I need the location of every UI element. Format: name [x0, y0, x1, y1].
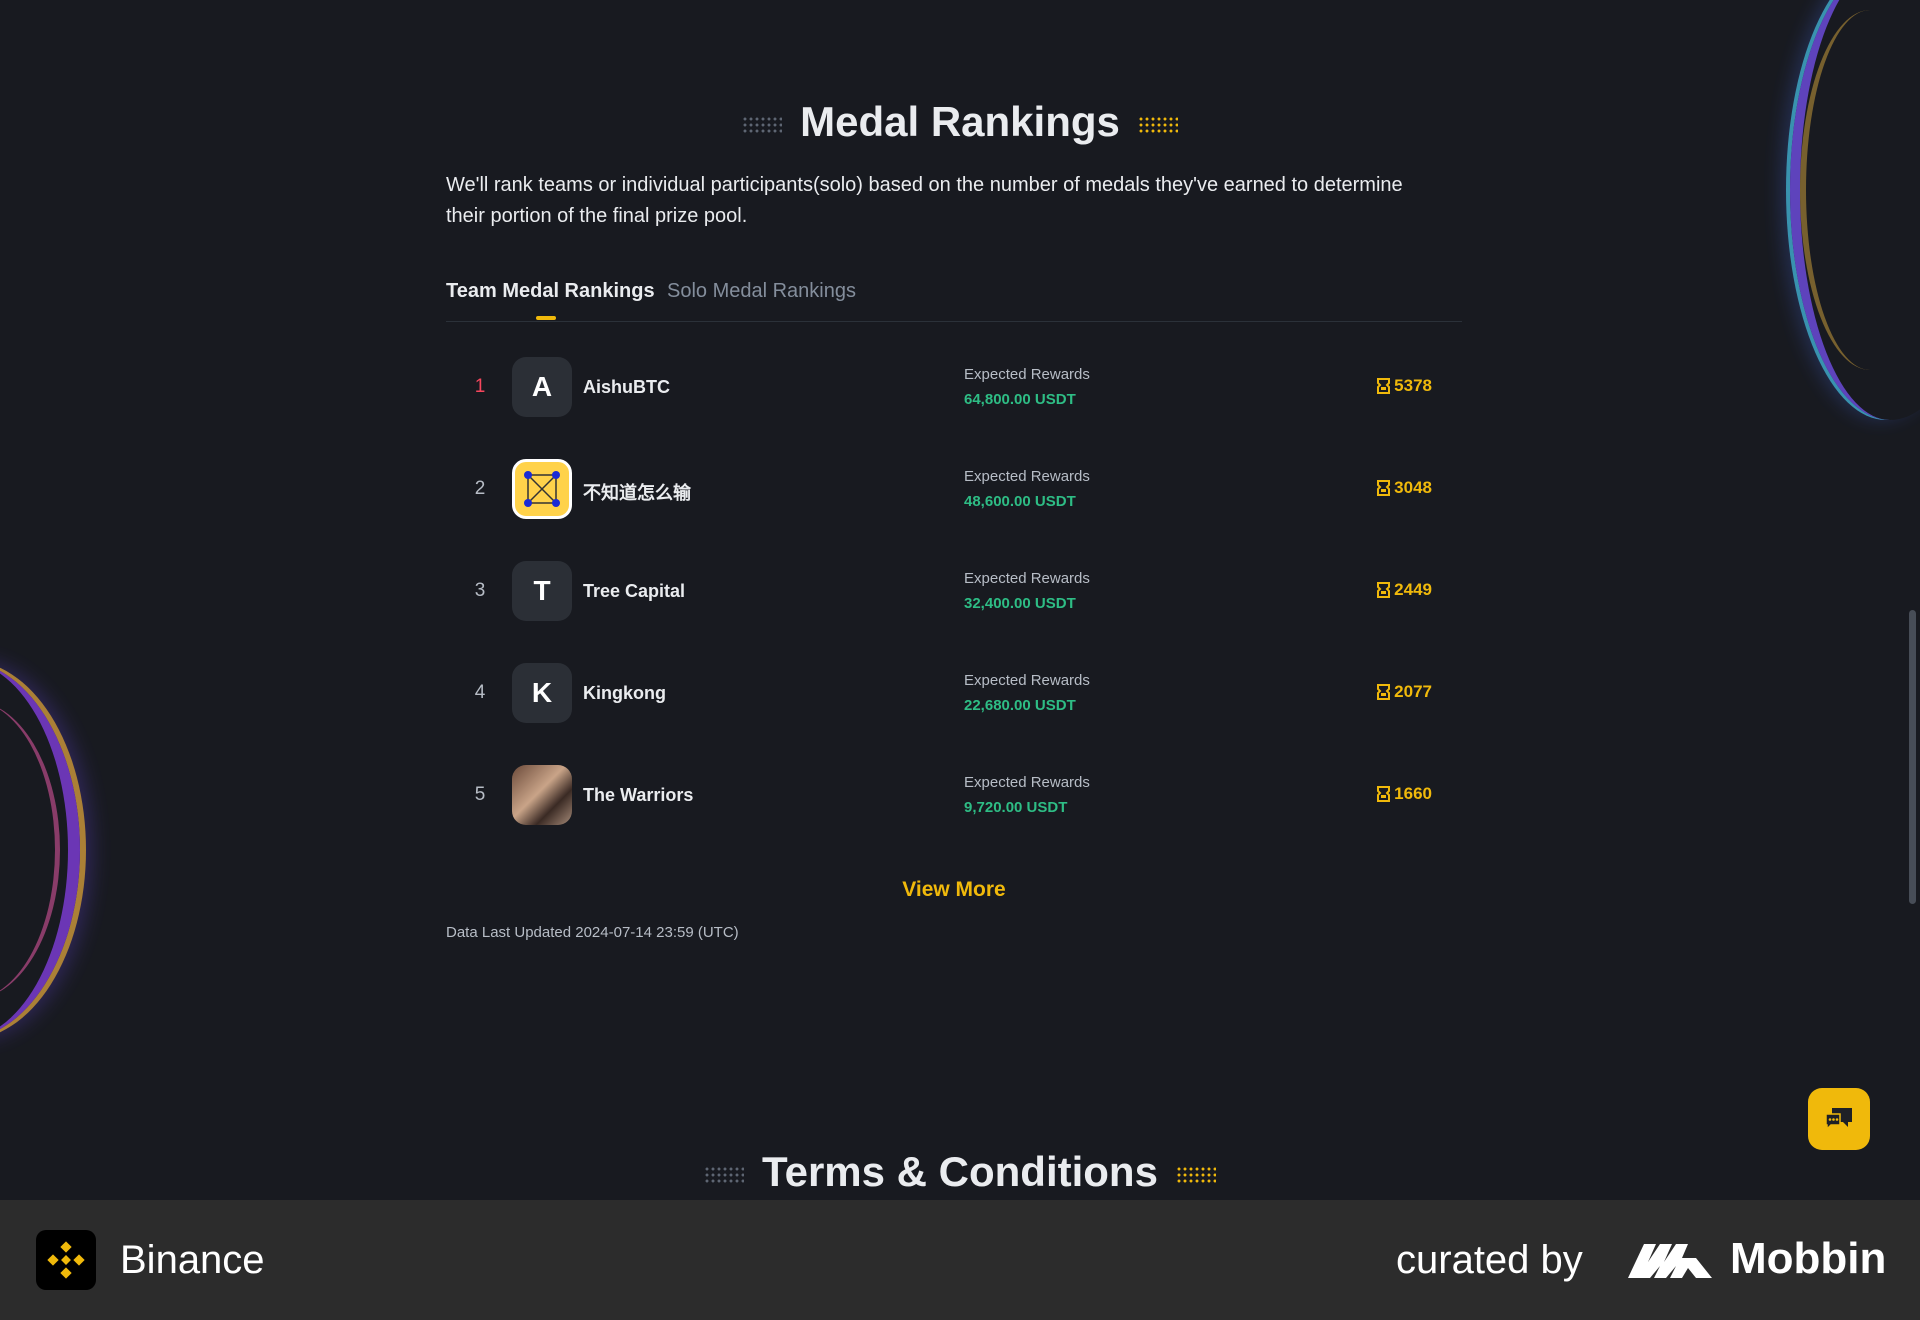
reward-label: Expected Rewards: [964, 774, 1090, 791]
medal-count: 2449: [1377, 580, 1432, 600]
section-heading: Medal Rankings: [0, 98, 1920, 146]
medal-icon: [1377, 684, 1391, 700]
team-name: 不知道怎么输: [583, 483, 691, 503]
rank-number: 4: [474, 682, 486, 703]
footer: Binance curated by Mobbin: [0, 1200, 1920, 1320]
team-name: Kingkong: [583, 683, 666, 703]
dots-decoration: [1175, 1165, 1216, 1184]
reward-label: Expected Rewards: [964, 570, 1090, 587]
team-name: Tree Capital: [583, 581, 686, 601]
rank-number: 2: [474, 478, 486, 499]
dots-decoration: [1137, 115, 1178, 134]
ranking-row[interactable]: 5 The Warriors Expected Rewards 9,720.00…: [446, 744, 1462, 846]
reward-value: 32,400.00 USDT: [964, 595, 1076, 612]
mobbin-logo-icon: [1628, 1244, 1712, 1278]
medal-value: 2449: [1394, 580, 1432, 599]
chat-bubbles-icon: [1825, 1108, 1852, 1131]
reward-value: 9,720.00 USDT: [964, 799, 1068, 816]
medal-count: 5378: [1377, 376, 1432, 396]
medal-value: 3048: [1394, 478, 1432, 497]
last-updated-text: Data Last Updated 2024-07-14 23:59 (UTC): [446, 924, 739, 941]
medal-icon: [1377, 378, 1391, 394]
binance-diamond-icon: [47, 1241, 85, 1279]
avatar: [512, 459, 572, 519]
tab-solo-medal-rankings[interactable]: Solo Medal Rankings: [667, 280, 856, 303]
avatar: K: [512, 663, 572, 723]
tab-bar: Team Medal Rankings Solo Medal Rankings: [446, 280, 1462, 322]
section-heading: Terms & Conditions: [0, 1148, 1920, 1196]
reward-label: Expected Rewards: [964, 468, 1090, 485]
rankings-list: 1 A AishuBTC Expected Rewards 64,800.00 …: [446, 336, 1462, 846]
reward-value: 22,680.00 USDT: [964, 697, 1076, 714]
medal-value: 2077: [1394, 682, 1432, 701]
avatar: T: [512, 561, 572, 621]
scrollbar-thumb[interactable]: [1909, 610, 1916, 904]
dots-decoration: [742, 115, 783, 134]
reward-value: 48,600.00 USDT: [964, 493, 1076, 510]
medal-count: 2077: [1377, 682, 1432, 702]
medal-count: 3048: [1377, 478, 1432, 498]
curator-name: Mobbin: [1730, 1234, 1887, 1283]
page: Medal Rankings We'll rank teams or indiv…: [0, 0, 1920, 1200]
team-name: The Warriors: [583, 785, 694, 805]
team-logo-icon: [524, 471, 560, 507]
rank-number: 1: [474, 376, 486, 397]
avatar: [512, 765, 572, 825]
tab-team-medal-rankings[interactable]: Team Medal Rankings: [446, 280, 655, 303]
page-title: Medal Rankings: [800, 98, 1120, 145]
medal-count: 1660: [1377, 784, 1432, 804]
terms-title: Terms & Conditions: [762, 1148, 1158, 1195]
ranking-row[interactable]: 2 不知道怎么输 Expected Rewards 48,600.00 USDT…: [446, 438, 1462, 540]
ranking-row[interactable]: 4 K Kingkong Expected Rewards 22,680.00 …: [446, 642, 1462, 744]
ranking-row[interactable]: 1 A AishuBTC Expected Rewards 64,800.00 …: [446, 336, 1462, 438]
binance-logo-icon: [36, 1230, 96, 1290]
reward-label: Expected Rewards: [964, 366, 1090, 383]
reward-label: Expected Rewards: [964, 672, 1090, 689]
medal-value: 5378: [1394, 376, 1432, 395]
dots-decoration: [704, 1165, 745, 1184]
medal-icon: [1377, 582, 1391, 598]
avatar: A: [512, 357, 572, 417]
team-name: AishuBTC: [583, 377, 670, 397]
brand-name: Binance: [120, 1238, 265, 1282]
view-more-button[interactable]: View More: [0, 878, 1908, 902]
section-description: We'll rank teams or individual participa…: [446, 174, 1403, 227]
rank-number: 5: [474, 784, 486, 805]
medal-icon: [1377, 786, 1391, 802]
medal-value: 1660: [1394, 784, 1432, 803]
reward-value: 64,800.00 USDT: [964, 391, 1076, 408]
medal-icon: [1377, 480, 1391, 496]
active-tab-indicator: [536, 316, 556, 320]
rank-number: 3: [474, 580, 486, 601]
curated-label: curated by: [1396, 1238, 1583, 1282]
ranking-row[interactable]: 3 T Tree Capital Expected Rewards 32,400…: [446, 540, 1462, 642]
chat-button[interactable]: [1808, 1088, 1870, 1150]
